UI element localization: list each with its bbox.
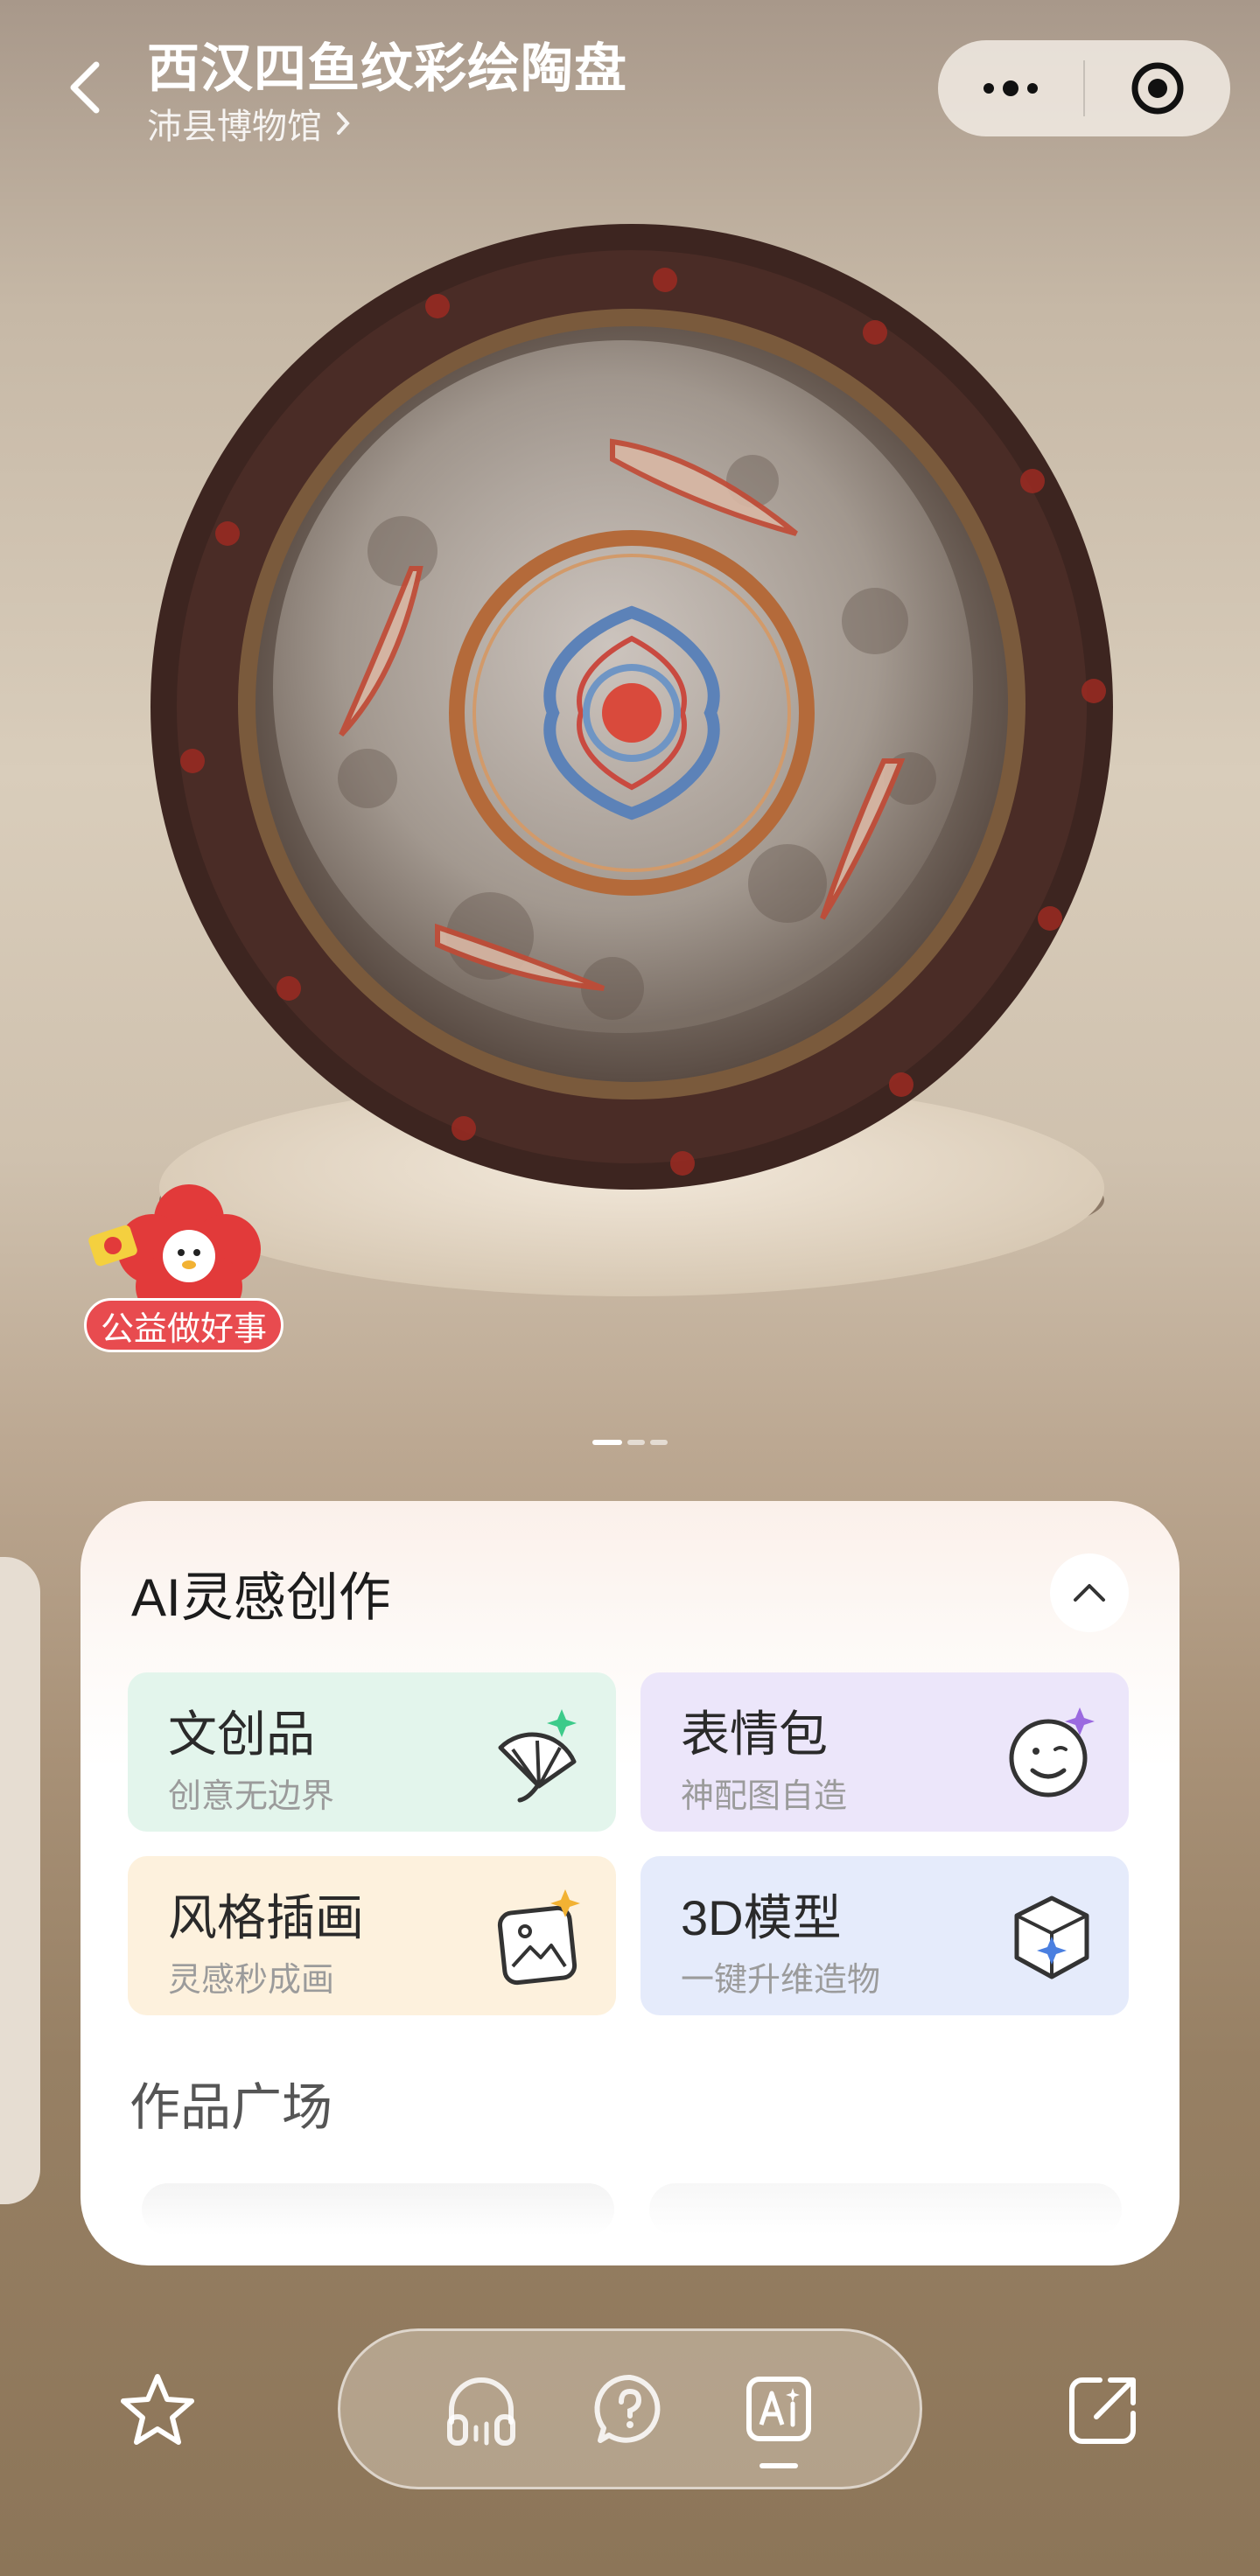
fan-sparkle-icon	[498, 1709, 577, 1803]
feature-name: 3D模型	[681, 1890, 842, 1945]
more-button[interactable]	[938, 40, 1083, 136]
target-close-icon	[1131, 62, 1184, 115]
feature-name: 表情包	[681, 1707, 828, 1762]
feature-3d-model[interactable]: 3D模型 一键升维造物	[640, 1856, 1129, 2015]
gallery-item-preview[interactable]	[142, 2183, 614, 2236]
carousel-indicator	[0, 1440, 1260, 1445]
gallery-item-preview[interactable]	[649, 2183, 1122, 2236]
headphones-icon	[447, 2377, 515, 2446]
feature-desc: 一键升维造物	[681, 1962, 881, 1999]
star-icon	[121, 2374, 194, 2445]
back-button[interactable]	[61, 59, 110, 115]
chevron-up-icon	[1074, 1584, 1105, 1602]
question-icon	[594, 2374, 661, 2443]
museum-name: 沛县博物馆	[147, 108, 322, 146]
collapse-button[interactable]	[1050, 1553, 1129, 1632]
tab-audio-guide[interactable]	[436, 2356, 527, 2461]
cube-sparkle-icon	[1014, 1895, 1089, 1979]
carousel-dot	[650, 1440, 668, 1445]
gallery-title: 作品广场	[130, 2079, 333, 2136]
feature-desc: 灵感秒成画	[168, 1962, 335, 1999]
mini-program-capsule	[938, 40, 1230, 136]
red-flower-mascot-icon	[88, 1184, 261, 1318]
active-tab-indicator	[760, 2463, 798, 2468]
close-mini-program-button[interactable]	[1085, 40, 1230, 136]
chevron-left-icon	[70, 61, 100, 114]
feature-name: 风格插画	[168, 1890, 364, 1945]
smiley-sparkle-icon	[1009, 1707, 1095, 1798]
favorite-button[interactable]	[114, 2367, 201, 2454]
share-button[interactable]	[1059, 2367, 1146, 2454]
chevron-right-icon	[337, 112, 350, 135]
ai-creation-panel: AI灵感创作 文创品 创意无边界 表情包 神配图自造 风格插画 灵感秒成画 3D…	[80, 1501, 1180, 2265]
tab-ai-creation[interactable]	[733, 2356, 824, 2468]
page-title: 西汉四鱼纹彩绘陶盘	[147, 39, 627, 98]
feature-cultural-products[interactable]: 文创品 创意无边界	[128, 1672, 616, 1832]
bottom-tab-bar	[338, 2328, 922, 2489]
previous-card-peek[interactable]	[0, 1557, 40, 2204]
charity-badge[interactable]: 公益做好事	[84, 1298, 284, 1352]
feature-desc: 创意无边界	[168, 1778, 335, 1815]
carousel-dot	[627, 1440, 645, 1445]
feature-name: 文创品	[168, 1707, 315, 1762]
ai-icon	[746, 2377, 811, 2441]
museum-link[interactable]: 沛县博物馆	[147, 98, 352, 149]
more-dots-icon	[984, 80, 1038, 96]
tab-questions[interactable]	[584, 2356, 676, 2461]
feature-stickers[interactable]: 表情包 神配图自造	[640, 1672, 1129, 1832]
ai-panel-title: AI灵感创作	[131, 1568, 391, 1627]
feature-desc: 神配图自造	[681, 1778, 848, 1815]
feature-illustration[interactable]: 风格插画 灵感秒成画	[128, 1856, 616, 2015]
carousel-dot-active	[592, 1440, 622, 1445]
share-icon	[1069, 2377, 1136, 2444]
picture-sparkle-icon	[497, 1889, 580, 1986]
